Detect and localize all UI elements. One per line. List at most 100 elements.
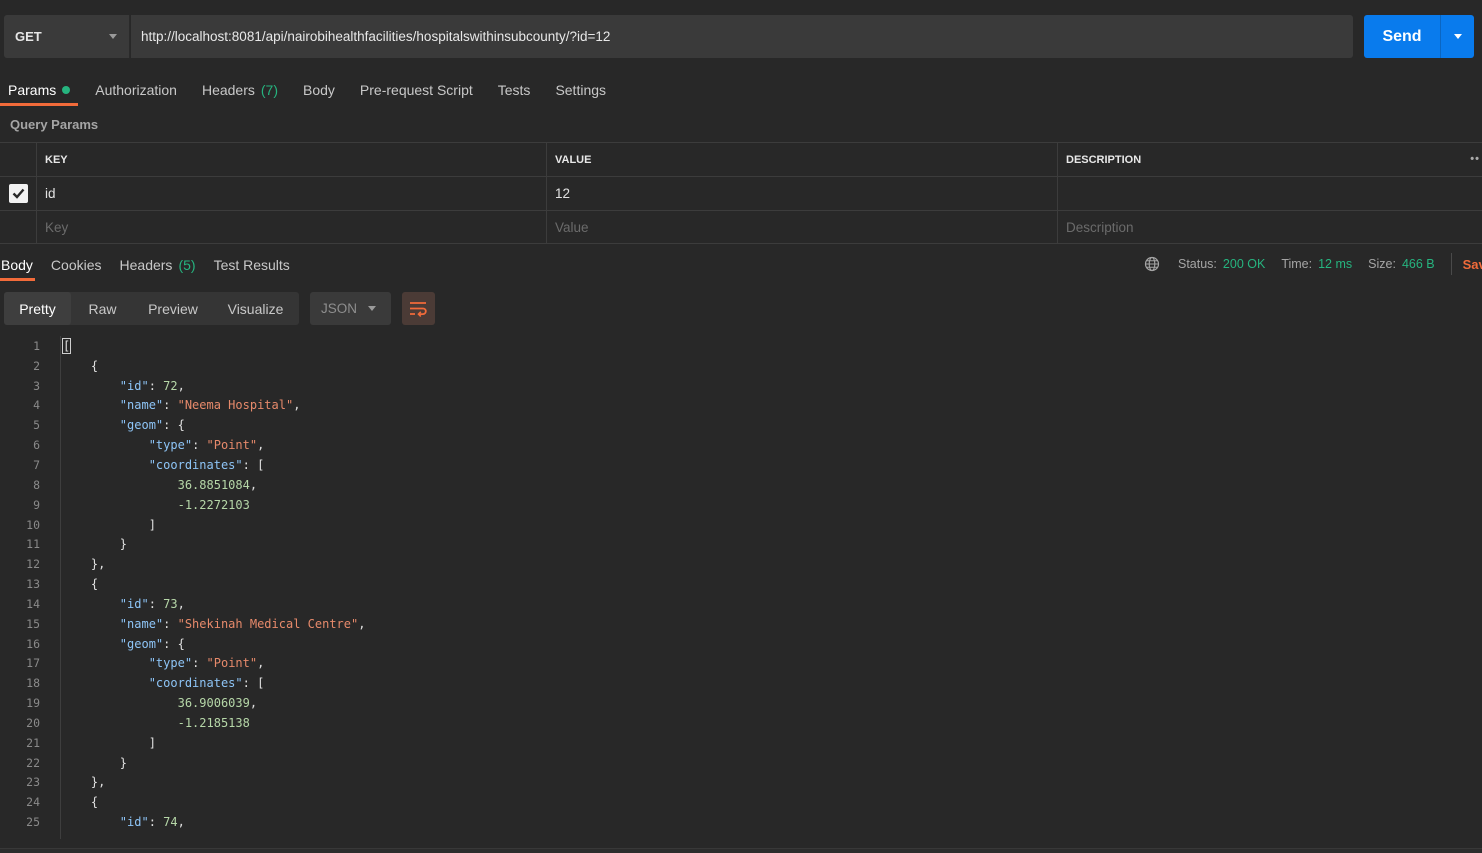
tab-headers[interactable]: Headers (7): [194, 75, 286, 104]
line-number: 10: [26, 517, 40, 532]
param-description-cell[interactable]: [1057, 177, 1482, 210]
line-number: 23: [26, 775, 40, 790]
code-line: 11 }: [0, 534, 1482, 554]
new-key-input[interactable]: Key: [36, 211, 546, 243]
line-number: 3: [33, 378, 40, 393]
code-text: }: [62, 755, 128, 770]
code-text: {: [62, 795, 99, 810]
tab-pre-request-script[interactable]: Pre-request Script: [352, 75, 481, 104]
send-button[interactable]: Send: [1364, 15, 1474, 58]
code-line: 18 "coordinates": [: [0, 673, 1482, 693]
line-number: 11: [26, 537, 40, 552]
status-value: 200 OK: [1222, 257, 1266, 271]
status-label: Status:: [1178, 257, 1217, 271]
headers-count: (7): [260, 81, 278, 98]
code-line: 23 },: [0, 773, 1482, 793]
code-text: ]: [62, 517, 156, 532]
code-text: }: [62, 537, 128, 552]
line-number: 16: [26, 636, 40, 651]
code-line: 21 ]: [0, 733, 1482, 753]
code-line: 12 },: [0, 554, 1482, 574]
time-label: Time:: [1281, 257, 1313, 271]
code-text: "coordinates": [: [148, 457, 265, 472]
view-visualize-button[interactable]: Visualize: [212, 292, 299, 325]
code-line: 4 "name": "Neema Hospital",: [0, 396, 1482, 416]
format-label: JSON: [321, 301, 358, 316]
code-line: 3 "id": 72,: [0, 376, 1482, 396]
code-text: "name": "Shekinah Medical Centre",: [119, 616, 366, 631]
send-label: Send: [1382, 27, 1422, 45]
column-header-description: DESCRIPTION: [1066, 153, 1142, 166]
method-label: GET: [15, 29, 42, 44]
tab-body[interactable]: Body: [295, 75, 343, 104]
status-bar: [0, 848, 1482, 853]
param-value-cell[interactable]: 12: [546, 177, 1057, 210]
code-text: "type": "Point",: [148, 656, 265, 671]
new-description-input[interactable]: Description: [1057, 211, 1482, 243]
tab-tests[interactable]: Tests: [490, 75, 539, 104]
tab-params[interactable]: Params: [0, 75, 79, 106]
view-preview-button[interactable]: Preview: [134, 292, 212, 325]
view-mode-group: Pretty Raw Preview Visualize: [4, 292, 299, 325]
view-raw-button[interactable]: Raw: [71, 292, 134, 325]
globe-icon[interactable]: [1144, 256, 1160, 272]
column-header-key: KEY: [36, 143, 546, 176]
tab-settings[interactable]: Settings: [547, 75, 614, 104]
code-text: "geom": {: [119, 418, 185, 433]
code-line: 25 "id": 74,: [0, 812, 1482, 832]
line-number: 17: [26, 656, 40, 671]
method-select[interactable]: GET: [4, 15, 130, 58]
code-line: 6 "type": "Point",: [0, 435, 1482, 455]
save-response-button[interactable]: Save: [1463, 257, 1482, 272]
code-text: },: [62, 557, 106, 572]
send-options-button[interactable]: [1441, 15, 1474, 58]
code-text: "type": "Point",: [148, 438, 265, 453]
code-text: "name": "Neema Hospital",: [119, 398, 301, 413]
tab-test-results[interactable]: Test Results: [213, 250, 291, 279]
code-line: 24 {: [0, 792, 1482, 812]
param-key-cell[interactable]: id: [36, 177, 546, 210]
line-number: 15: [26, 616, 40, 631]
url-input[interactable]: http://localhost:8081/api/nairobihealthf…: [131, 15, 1353, 58]
line-number: 13: [26, 577, 40, 592]
url-text: http://localhost:8081/api/nairobihealthf…: [141, 29, 611, 44]
code-text: "geom": {: [119, 636, 185, 651]
code-line: 15 "name": "Shekinah Medical Centre",: [0, 614, 1482, 634]
tab-response-headers[interactable]: Headers (5): [119, 250, 197, 279]
checkmark-icon: [12, 188, 24, 199]
param-enabled-checkbox[interactable]: [8, 184, 28, 203]
more-options-icon[interactable]: ••: [1470, 153, 1480, 165]
line-number: 5: [33, 418, 40, 433]
line-number: 1: [33, 338, 40, 353]
code-line: 7 "coordinates": [: [0, 455, 1482, 475]
line-number: 14: [26, 596, 40, 611]
tab-response-body[interactable]: Body: [0, 250, 35, 281]
tab-cookies[interactable]: Cookies: [50, 250, 103, 279]
response-body-editor[interactable]: 1[2 {3 "id": 72, 4 "name": "Neema Hospita…: [0, 336, 1482, 839]
code-line: 10 ]: [0, 515, 1482, 535]
code-line: 8 36.8851084,: [0, 475, 1482, 495]
code-text: "id": 74,: [119, 815, 185, 830]
size-label: Size:: [1368, 257, 1396, 271]
new-value-input[interactable]: Value: [546, 211, 1057, 243]
query-params-title: Query Params: [10, 117, 99, 132]
wrap-lines-button[interactable]: [402, 292, 435, 325]
table-header-row: KEY VALUE DESCRIPTION ••: [0, 142, 1482, 176]
postman-window: GET http://localhost:8081/api/nairobihea…: [0, 0, 1482, 853]
line-number: 22: [26, 755, 40, 770]
tab-authorization[interactable]: Authorization: [87, 75, 185, 104]
wrap-lines-icon: [410, 301, 427, 317]
code-text: -1.2185138: [177, 715, 250, 730]
table-row: id 12: [0, 176, 1482, 210]
code-line: 20 -1.2185138: [0, 713, 1482, 733]
code-line: 2 {: [0, 356, 1482, 376]
code-line: 9 -1.2272103: [0, 495, 1482, 515]
code-text: 36.8851084,: [177, 477, 258, 492]
column-header-value: VALUE: [546, 143, 1057, 176]
table-row-new: Key Value Description: [0, 210, 1482, 244]
line-number: 25: [26, 815, 40, 830]
query-params-table: KEY VALUE DESCRIPTION •• id 12 Key Value…: [0, 142, 1482, 244]
format-select[interactable]: JSON: [310, 292, 391, 325]
code-line: 22 }: [0, 753, 1482, 773]
view-pretty-button[interactable]: Pretty: [4, 292, 71, 325]
